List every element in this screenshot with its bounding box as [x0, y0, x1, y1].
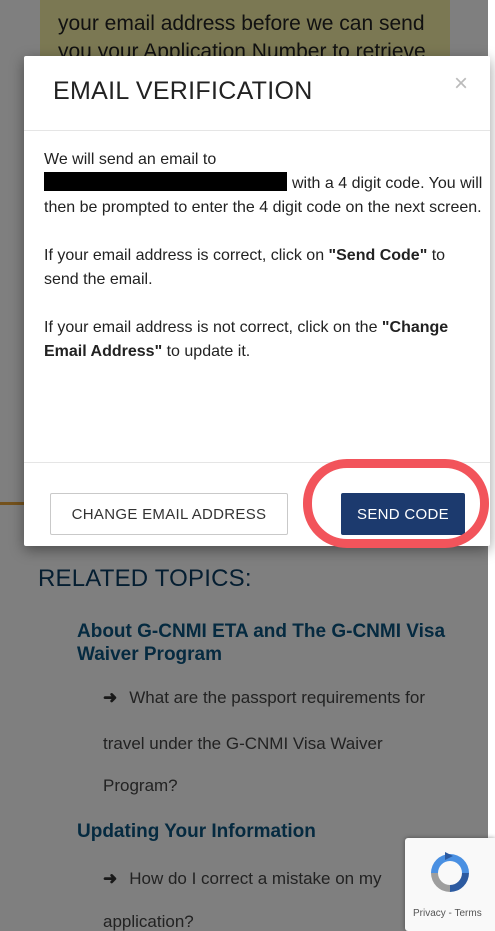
redacted-email	[44, 172, 287, 191]
message-paragraph-2: If your email address is correct, click …	[44, 244, 484, 292]
message-intro: We will send an email to	[44, 151, 217, 168]
dialog-body: We will send an email to with a 4 digit …	[44, 148, 484, 388]
message-text: If your email address is not correct, cl…	[44, 319, 382, 336]
dialog-title: EMAIL VERIFICATION	[53, 77, 313, 105]
recaptcha-icon	[431, 852, 469, 892]
message-paragraph-3: If your email address is not correct, cl…	[44, 316, 484, 364]
message-emphasis: "Send Code"	[328, 247, 428, 264]
change-email-button[interactable]: CHANGE EMAIL ADDRESS	[50, 493, 288, 535]
dialog-header: EMAIL VERIFICATION ×	[24, 56, 490, 131]
message-paragraph-1: We will send an email to with a 4 digit …	[44, 148, 484, 220]
recaptcha-badge[interactable]: Privacy - Terms	[405, 838, 495, 931]
highlight-annotation	[303, 459, 489, 548]
close-icon[interactable]: ×	[454, 72, 468, 96]
message-text: to update it.	[162, 343, 251, 360]
message-text: If your email address is correct, click …	[44, 247, 329, 264]
recaptcha-privacy-terms[interactable]: Privacy - Terms	[413, 908, 482, 919]
